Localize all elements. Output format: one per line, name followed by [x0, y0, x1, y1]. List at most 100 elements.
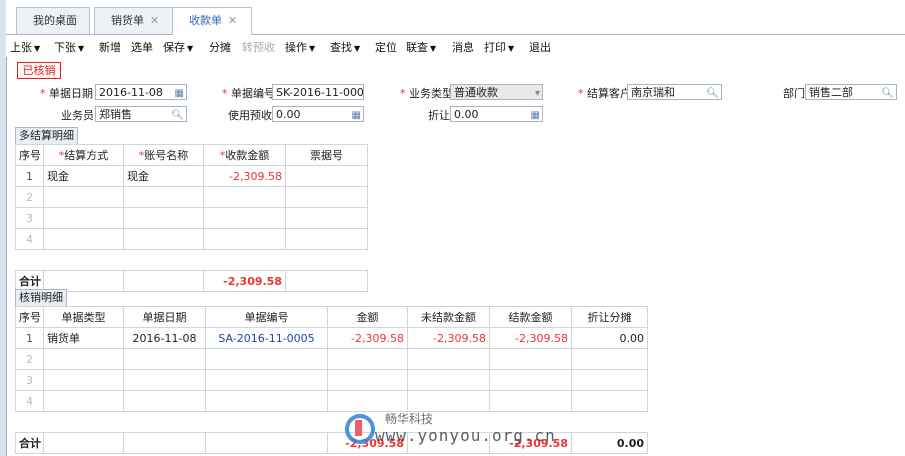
cell-ticket[interactable] [285, 165, 368, 187]
col-header: 序号 [15, 306, 44, 328]
cell-ticket[interactable] [285, 207, 368, 229]
close-icon[interactable]: ✕ [150, 14, 159, 27]
cell-account[interactable] [123, 207, 204, 229]
col-header: 结款金额 [489, 306, 572, 328]
cell-amount[interactable]: -2,309.58 [203, 165, 286, 187]
tab-receipt-label: 收款单 [189, 14, 222, 27]
cell-doc-type[interactable]: 销货单 [43, 327, 124, 349]
tab-bar: 我的桌面 销货单 ✕ 收款单 ✕ [6, 0, 905, 35]
docno-field[interactable]: SK-2016-11-0002 [272, 84, 364, 100]
cell-account[interactable] [123, 228, 204, 250]
save-button[interactable]: 保存 ▼ [163, 39, 193, 55]
col-header: 单据类型 [43, 306, 124, 328]
brand-logo-icon [345, 414, 375, 444]
close-icon[interactable]: ✕ [228, 14, 237, 27]
col-header: 折让分摊 [571, 306, 648, 328]
allocate-button[interactable]: 分摊 [209, 39, 231, 55]
locate-button[interactable]: 定位 [375, 39, 397, 55]
tab-desktop-label: 我的桌面 [33, 14, 77, 27]
row-index: 1 [15, 327, 44, 349]
left-edge-bar [0, 0, 7, 456]
discount-label: 折让 [428, 109, 450, 122]
cell-amount[interactable]: -2,309.58 [327, 327, 408, 349]
cell-doc-no-link[interactable]: SA-2016-11-0005 [205, 327, 328, 349]
prepay-label: 使用预收 [228, 109, 272, 122]
table-row[interactable]: 4 [15, 390, 648, 412]
calculator-icon[interactable]: ▦ [352, 108, 361, 121]
col-header: 单据编号 [205, 306, 328, 328]
total-label: 合计 [15, 432, 44, 454]
tab-sales-order[interactable]: 销货单 ✕ [94, 7, 174, 34]
cell-amount[interactable] [203, 228, 286, 250]
dept-field[interactable]: 销售二部 🔍︎ [805, 84, 897, 100]
cell-ticket[interactable] [285, 228, 368, 250]
message-button[interactable]: 消息 [452, 39, 474, 55]
row-index: 4 [15, 228, 44, 250]
row-index: 4 [15, 390, 44, 412]
cell-paid[interactable]: -2,309.58 [489, 327, 572, 349]
cell-amount[interactable] [203, 207, 286, 229]
cell-account[interactable]: 现金 [123, 165, 204, 187]
find-menu[interactable]: 查找 ▼ [330, 39, 360, 55]
cell-doc-date[interactable]: 2016-11-08 [123, 327, 206, 349]
row-index: 3 [15, 207, 44, 229]
row-index: 2 [15, 348, 44, 370]
calendar-icon[interactable]: ▦ [175, 86, 184, 99]
table-header-row: 序号 *结算方式 *账号名称 *收款金额 票据号 [15, 144, 368, 166]
watermark: 畅华科技 www.yonyou.org.cn [345, 410, 575, 456]
select-doc-button[interactable]: 选单 [131, 39, 153, 55]
new-button[interactable]: 新增 [99, 39, 121, 55]
tab-settlement-detail[interactable]: 多结算明细 [15, 127, 78, 144]
biztype-select[interactable]: 普通收款 ▾ [450, 84, 543, 100]
col-header: 单据日期 [123, 306, 206, 328]
tab-sales-order-label: 销货单 [111, 14, 144, 27]
spacer-row [15, 249, 368, 271]
search-icon[interactable]: 🔍︎ [881, 86, 894, 99]
table-row[interactable]: 2 [15, 186, 368, 208]
operate-menu[interactable]: 操作 ▼ [285, 39, 315, 55]
cell-method[interactable]: 现金 [43, 165, 124, 187]
table-row[interactable]: 3 [15, 369, 648, 391]
cell-amount[interactable] [203, 186, 286, 208]
cell-discount[interactable]: 0.00 [571, 327, 648, 349]
tab-verify-detail[interactable]: 核销明细 [15, 289, 67, 306]
cell-method[interactable] [43, 228, 124, 250]
col-header: *账号名称 [123, 144, 204, 166]
total-discount: 0.00 [571, 432, 648, 454]
customer-field[interactable]: 南京瑞和 🔍︎ [627, 84, 722, 100]
related-query-menu[interactable]: 联查 ▼ [406, 39, 436, 55]
search-icon[interactable]: 🔍︎ [706, 86, 719, 99]
table-row[interactable]: 3 [15, 207, 368, 229]
calculator-icon[interactable]: ▦ [531, 108, 540, 121]
row-index: 3 [15, 369, 44, 391]
sales-field[interactable]: 郑销售 🔍︎ [95, 106, 187, 122]
tab-receipt[interactable]: 收款单 ✕ [172, 7, 252, 35]
row-index: 1 [15, 165, 44, 187]
cell-ticket[interactable] [285, 186, 368, 208]
total-row: 合计 -2,309.58 [15, 270, 368, 292]
next-record-button[interactable]: 下张 ▼ [54, 39, 84, 55]
watermark-brand: 畅华科技 [385, 412, 434, 426]
to-prepay-button[interactable]: 转预收 [242, 39, 275, 55]
cell-unpaid[interactable]: -2,309.58 [407, 327, 490, 349]
col-header: *收款金额 [203, 144, 286, 166]
table-row[interactable]: 4 [15, 228, 368, 250]
table-row[interactable]: 1 现金 现金 -2,309.58 [15, 165, 368, 187]
table-row[interactable]: 1 销货单 2016-11-08 SA-2016-11-0005 -2,309.… [15, 327, 648, 349]
settlement-table: 序号 *结算方式 *账号名称 *收款金额 票据号 1 现金 现金 -2,309.… [15, 144, 368, 292]
exit-button[interactable]: 退出 [529, 39, 551, 55]
cell-method[interactable] [43, 186, 124, 208]
date-field[interactable]: 2016-11-08 ▦ [95, 84, 187, 100]
tab-desktop[interactable]: 我的桌面 [16, 7, 90, 34]
prepay-field[interactable]: 0.00 ▦ [272, 106, 364, 122]
total-amount: -2,309.58 [203, 270, 286, 292]
col-header: 金额 [327, 306, 408, 328]
search-icon[interactable]: 🔍︎ [171, 108, 184, 121]
cell-method[interactable] [43, 207, 124, 229]
discount-field[interactable]: 0.00 ▦ [450, 106, 543, 122]
prev-record-button[interactable]: 上张 ▼ [10, 39, 40, 55]
table-row[interactable]: 2 [15, 348, 648, 370]
cell-account[interactable] [123, 186, 204, 208]
date-label: * 单据日期 [40, 87, 93, 100]
print-menu[interactable]: 打印 ▼ [484, 39, 514, 55]
